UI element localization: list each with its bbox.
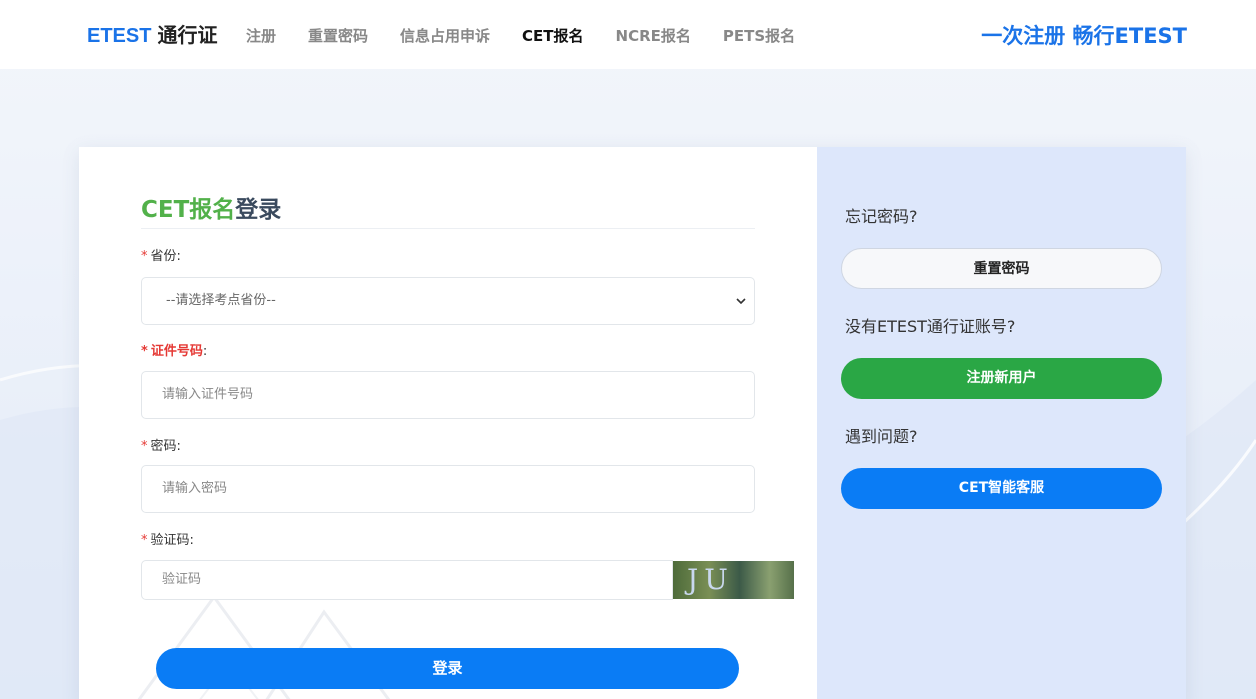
id-number-placeholder: 请输入证件号码 bbox=[162, 387, 254, 402]
password-placeholder: 请输入密码 bbox=[162, 481, 228, 496]
id-number-input[interactable]: 请输入证件号码 bbox=[141, 371, 755, 419]
reset-password-button[interactable]: 重置密码 bbox=[841, 248, 1162, 289]
login-card: CET报名登录 * 省份: --请选择考点省份-- * 证件号码: 请输入证件号码 … bbox=[79, 147, 1186, 699]
brand-secondary: 通行证 bbox=[157, 25, 218, 47]
top-navbar: ETEST 通行证 注册 重置密码 信息占用申诉 CET报名 NCRE报名 PET… bbox=[0, 0, 1256, 69]
no-account-text: 没有ETEST通行证账号? bbox=[845, 317, 1016, 336]
province-label: * 省份: bbox=[141, 249, 181, 264]
captcha-image-text: JU QX bbox=[687, 563, 734, 596]
login-title-rest: 登录 bbox=[235, 197, 282, 223]
captcha-image[interactable]: JU QX bbox=[673, 561, 794, 599]
province-select[interactable]: --请选择考点省份-- bbox=[141, 277, 755, 325]
problem-text: 遇到问题? bbox=[845, 427, 918, 446]
login-title: CET报名登录 bbox=[141, 195, 281, 225]
nav-link-register[interactable]: 注册 bbox=[246, 25, 276, 47]
captcha-input[interactable]: 验证码 bbox=[141, 560, 673, 600]
required-mark: * bbox=[141, 249, 148, 264]
title-divider bbox=[141, 228, 755, 229]
captcha-placeholder: 验证码 bbox=[162, 572, 202, 587]
captcha-label: * 验证码: bbox=[141, 533, 194, 548]
nav-link-pets[interactable]: PETS报名 bbox=[723, 25, 795, 47]
id-number-label: * 证件号码: bbox=[141, 344, 208, 359]
brand-primary: ETEST bbox=[87, 25, 152, 47]
header-slogan: 一次注册 畅行ETEST bbox=[981, 24, 1187, 48]
side-panel: 忘记密码? 重置密码 没有ETEST通行证账号? 注册新用户 遇到问题? CET… bbox=[817, 147, 1186, 699]
chevron-down-icon bbox=[736, 298, 746, 304]
nav-link-ncre[interactable]: NCRE报名 bbox=[616, 25, 691, 47]
customer-service-button[interactable]: CET智能客服 bbox=[841, 468, 1162, 509]
password-input[interactable]: 请输入密码 bbox=[141, 465, 755, 513]
province-select-value: --请选择考点省份-- bbox=[166, 293, 276, 308]
nav-link-appeal[interactable]: 信息占用申诉 bbox=[400, 25, 490, 47]
login-form-panel: CET报名登录 * 省份: --请选择考点省份-- * 证件号码: 请输入证件号码 … bbox=[79, 147, 817, 699]
register-button[interactable]: 注册新用户 bbox=[841, 358, 1162, 399]
required-mark: * bbox=[141, 533, 148, 548]
forgot-password-text: 忘记密码? bbox=[845, 207, 918, 226]
main-nav: 注册 重置密码 信息占用申诉 CET报名 NCRE报名 PETS报名 bbox=[246, 25, 827, 47]
login-title-highlight: CET报名 bbox=[141, 197, 236, 223]
required-mark: * bbox=[141, 439, 148, 454]
login-button[interactable]: 登录 bbox=[156, 648, 739, 689]
nav-link-reset-password[interactable]: 重置密码 bbox=[308, 25, 368, 47]
brand-logo[interactable]: ETEST 通行证 bbox=[87, 23, 217, 49]
required-mark: * bbox=[141, 344, 148, 359]
nav-link-cet[interactable]: CET报名 bbox=[522, 25, 584, 47]
password-label: * 密码: bbox=[141, 439, 181, 454]
